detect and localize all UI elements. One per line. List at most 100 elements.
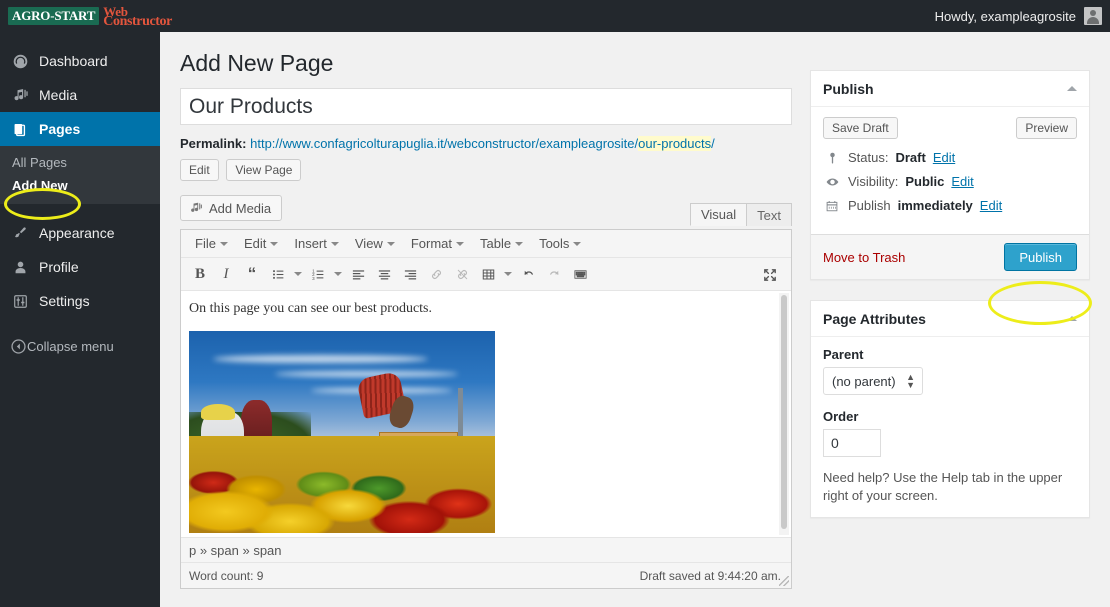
italic-icon[interactable]: I: [213, 261, 239, 287]
undo-icon[interactable]: [515, 261, 541, 287]
sidebar-item-settings[interactable]: Settings: [0, 284, 160, 318]
link-icon[interactable]: [423, 261, 449, 287]
permalink-trailing-slash[interactable]: /: [711, 136, 715, 151]
editor-mode-tabs: Visual Text: [689, 203, 792, 226]
parent-label: Parent: [823, 347, 864, 362]
menu-edit[interactable]: Edit: [236, 233, 286, 255]
preview-button[interactable]: Preview: [1016, 117, 1077, 139]
menu-format[interactable]: Format: [403, 233, 472, 255]
dashboard-icon: [10, 51, 30, 71]
editor-paragraph-text: On this page you can see our best produc…: [189, 301, 432, 316]
bullet-list-chevron-down-icon[interactable]: [291, 261, 305, 287]
redo-icon[interactable]: [541, 261, 567, 287]
media-and-tabs-row: Add Media Visual Text: [180, 195, 792, 226]
site-logo[interactable]: AGRO-START Web Constructor: [8, 0, 172, 32]
page-title-input[interactable]: [180, 88, 792, 125]
menu-file[interactable]: File: [187, 233, 236, 255]
permalink-base-link[interactable]: http://www.confagricolturapuglia.it/webc…: [250, 136, 638, 151]
sidebar-item-label: Dashboard: [39, 53, 108, 69]
sidebar-item-label: Profile: [39, 259, 79, 275]
status-label: Status:: [848, 150, 889, 165]
permalink-slug[interactable]: our-products: [638, 136, 712, 151]
chevron-down-icon: [456, 241, 464, 246]
draft-saved-status: Draft saved at 9:44:20 am.: [639, 568, 781, 583]
tab-visual[interactable]: Visual: [689, 203, 748, 226]
unlink-icon[interactable]: [449, 261, 475, 287]
align-right-icon[interactable]: [397, 261, 423, 287]
post-body-column: Permalink: http://www.confagricolturapug…: [180, 88, 792, 589]
sidebar-item-all-pages[interactable]: All Pages: [0, 151, 160, 174]
editor-resize-handle[interactable]: [779, 576, 789, 586]
svg-text:3: 3: [312, 275, 315, 280]
menu-insert[interactable]: Insert: [286, 233, 347, 255]
editor-content-area[interactable]: On this page you can see our best produc…: [181, 291, 791, 537]
sidebar-item-label: Appearance: [39, 225, 115, 241]
bullet-list-icon[interactable]: [265, 261, 291, 287]
parent-select-wrapper: (no parent) ▲ ▼: [823, 367, 923, 395]
sidebar-item-appearance[interactable]: Appearance: [0, 216, 160, 250]
publish-time-edit-link[interactable]: Edit: [980, 198, 1002, 213]
sidebar-item-label: Media: [39, 87, 78, 103]
publish-time-row: Publish immediately Edit: [823, 198, 1077, 213]
parent-select[interactable]: (no parent): [823, 367, 923, 395]
chevron-up-icon[interactable]: [1067, 86, 1077, 91]
profile-user-icon: [10, 257, 30, 277]
publish-metabox: Publish Save Draft Preview Status: Draft…: [810, 70, 1090, 280]
table-icon[interactable]: [475, 261, 501, 287]
collapse-menu-button[interactable]: Collapse menu: [0, 330, 160, 362]
editor-container: File Edit Insert View Format Table Tools…: [180, 229, 792, 589]
numbered-list-chevron-down-icon[interactable]: [331, 261, 345, 287]
collapse-menu-label: Collapse menu: [27, 338, 114, 354]
publish-metabox-body: Save Draft Preview Status: Draft Edit Vi…: [811, 107, 1089, 234]
menu-tools[interactable]: Tools: [531, 233, 589, 255]
fullscreen-icon[interactable]: [757, 262, 783, 288]
sidebar-submenu-pages: All Pages Add New: [0, 146, 160, 204]
align-center-icon[interactable]: [371, 261, 397, 287]
visibility-value: Public: [905, 174, 945, 189]
sidebar-item-pages[interactable]: Pages: [0, 112, 168, 146]
main-content-area: Add New Page Permalink: http://www.confa…: [160, 32, 1110, 607]
editor-scrollbar[interactable]: [779, 293, 789, 535]
save-draft-button[interactable]: Save Draft: [823, 117, 898, 139]
menu-table[interactable]: Table: [472, 233, 531, 255]
blockquote-icon[interactable]: “: [239, 261, 265, 287]
chevron-down-icon: [573, 241, 582, 246]
visibility-edit-link[interactable]: Edit: [951, 174, 973, 189]
menu-view[interactable]: View: [347, 233, 403, 255]
menu-edit-label: Edit: [243, 236, 267, 251]
user-avatar-icon: [1084, 7, 1102, 25]
publish-button[interactable]: Publish: [1004, 243, 1077, 271]
sidebar-item-media[interactable]: Media: [0, 78, 160, 112]
photo-peppers: [189, 436, 495, 533]
tab-text[interactable]: Text: [746, 203, 792, 226]
move-to-trash-link[interactable]: Move to Trash: [823, 250, 905, 265]
sidebar-item-add-new[interactable]: Add New: [0, 174, 160, 197]
add-media-button[interactable]: Add Media: [180, 195, 283, 221]
sidebar-item-profile[interactable]: Profile: [0, 250, 160, 284]
order-input[interactable]: [823, 429, 881, 457]
sidebar-item-dashboard[interactable]: Dashboard: [0, 44, 160, 78]
appearance-brush-icon: [10, 223, 30, 243]
status-edit-link[interactable]: Edit: [933, 150, 955, 165]
keyboard-shortcuts-icon[interactable]: [567, 261, 593, 287]
bold-icon[interactable]: B: [187, 261, 213, 287]
chevron-up-icon[interactable]: [1067, 316, 1077, 321]
view-page-button[interactable]: View Page: [226, 159, 302, 181]
sidebar-separator: [0, 204, 160, 216]
align-left-icon[interactable]: [345, 261, 371, 287]
chevron-down-icon: [219, 241, 228, 246]
add-media-label: Add Media: [209, 200, 272, 216]
media-icon: [10, 85, 30, 105]
table-chevron-down-icon[interactable]: [501, 261, 515, 287]
sidebar-top-spacer: [0, 32, 160, 44]
editor-scrollbar-thumb[interactable]: [781, 295, 787, 529]
numbered-list-icon[interactable]: 123: [305, 261, 331, 287]
editor-inline-image[interactable]: [189, 331, 495, 533]
editor-element-path: p » span » span: [181, 537, 791, 562]
edit-permalink-button[interactable]: Edit: [180, 159, 219, 181]
howdy-account-menu[interactable]: Howdy, exampleagrosite: [935, 0, 1102, 32]
media-icon: [189, 201, 203, 215]
status-value: Draft: [895, 150, 926, 165]
sidebar-item-label: Pages: [39, 121, 81, 137]
publish-metabox-footer: Move to Trash Publish: [811, 234, 1089, 279]
